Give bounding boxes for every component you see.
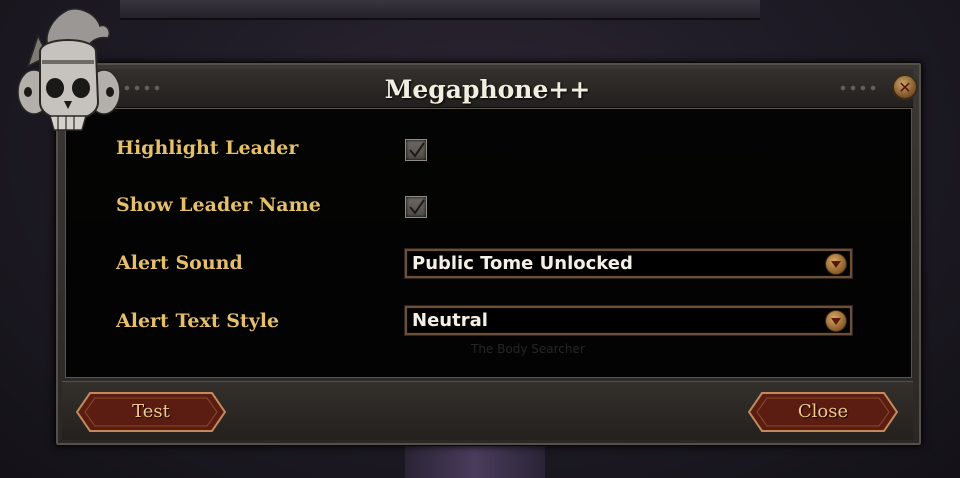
close-button[interactable]: Close	[748, 392, 898, 432]
background-ledge	[120, 0, 760, 20]
chevron-down-icon[interactable]	[825, 253, 847, 275]
title-bar[interactable]: Megaphone++ ✕	[62, 69, 918, 108]
test-button-label: Test	[132, 401, 170, 422]
settings-panel: Butstikka The Body Searcher Highlight Le…	[65, 108, 912, 378]
skull-helmet-icon	[17, 8, 121, 131]
highlight-leader-checkbox[interactable]	[405, 139, 427, 161]
show-leader-name-label: Show Leader Name	[116, 194, 321, 216]
chevron-down-icon[interactable]	[825, 310, 847, 332]
close-button-label: Close	[797, 401, 849, 422]
button-bar: Test Close	[62, 381, 913, 440]
checkmark-icon	[409, 142, 425, 158]
megaphone-window: Megaphone++ ✕ Butstikka The Body Searche…	[55, 62, 922, 446]
decorative-studs-right	[838, 83, 880, 95]
alert-text-style-dropdown[interactable]: Neutral	[405, 306, 852, 335]
alert-sound-dropdown[interactable]: Public Tome Unlocked	[405, 249, 852, 278]
background-player-title: The Body Searcher	[471, 342, 585, 356]
alert-sound-value: Public Tome Unlocked	[412, 253, 633, 274]
alert-text-style-value: Neutral	[412, 310, 488, 331]
highlight-leader-label: Highlight Leader	[116, 137, 299, 159]
close-icon[interactable]: ✕	[892, 74, 918, 100]
window-title: Megaphone++	[384, 75, 591, 104]
alert-text-style-label: Alert Text Style	[116, 310, 280, 332]
test-button[interactable]: Test	[76, 392, 226, 432]
alert-sound-label: Alert Sound	[116, 252, 243, 274]
checkmark-icon	[409, 199, 425, 215]
show-leader-name-checkbox[interactable]	[405, 196, 427, 218]
